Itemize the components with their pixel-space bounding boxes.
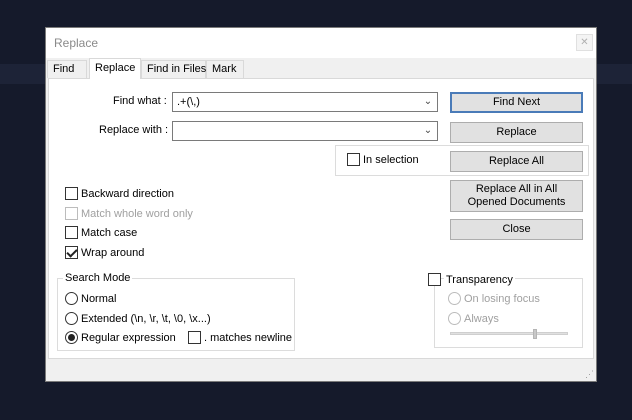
transparency-label: Transparency (444, 274, 515, 286)
chevron-down-icon[interactable]: ⌄ (422, 95, 434, 109)
extended-radio[interactable] (65, 312, 78, 325)
normal-radio[interactable] (65, 292, 78, 305)
extended-label: Extended (\n, \r, \t, \0, \x...) (81, 313, 211, 325)
dialog-title: Replace (54, 36, 99, 50)
tab-find[interactable]: Find (47, 60, 87, 78)
replace-with-label: Replace with : (99, 124, 169, 136)
tab-mark[interactable]: Mark (206, 60, 244, 78)
replace-all-button[interactable]: Replace All (450, 151, 583, 172)
replace-panel: Find what : .+(\,) ⌄ Replace with : ⌄ In… (48, 78, 594, 359)
close-window-button[interactable]: ✕ (576, 34, 593, 51)
backward-direction-checkbox[interactable] (65, 187, 78, 200)
chevron-down-icon[interactable]: ⌄ (422, 124, 434, 138)
regular-expression-label: Regular expression (81, 332, 176, 344)
title-bar: Replace ✕ (46, 28, 596, 58)
matches-newline-checkbox[interactable] (188, 331, 201, 344)
normal-label: Normal (81, 293, 117, 305)
match-case-label: Match case (81, 227, 138, 239)
tab-replace[interactable]: Replace (89, 58, 141, 79)
on-losing-focus-radio[interactable] (448, 292, 461, 305)
tab-find-in-files[interactable]: Find in Files (141, 60, 206, 78)
status-bar: ⋰ (46, 359, 596, 381)
replace-with-combobox[interactable]: ⌄ (172, 121, 438, 141)
find-what-label: Find what : (113, 95, 167, 107)
find-next-button[interactable]: Find Next (450, 92, 583, 113)
transparency-checkbox[interactable] (428, 273, 441, 286)
find-what-value: .+(\,) (177, 96, 200, 108)
wrap-around-label: Wrap around (81, 247, 145, 259)
replace-button[interactable]: Replace (450, 122, 583, 143)
on-losing-focus-label: On losing focus (464, 293, 540, 305)
replace-dialog: Replace ✕ Find Replace Find in Files Mar… (45, 27, 597, 382)
matches-newline-label: . matches newline (204, 332, 293, 344)
in-selection-label: In selection (363, 154, 419, 166)
replace-all-opened-button[interactable]: Replace All in All Opened Documents (450, 180, 583, 212)
match-whole-word-checkbox[interactable] (65, 207, 78, 220)
match-whole-word-label: Match whole word only (81, 208, 193, 220)
always-radio[interactable] (448, 312, 461, 325)
in-selection-checkbox[interactable] (347, 153, 360, 166)
wrap-around-checkbox[interactable] (65, 246, 78, 259)
resize-grip-icon[interactable]: ⋰ (585, 370, 594, 379)
search-mode-title: Search Mode (63, 272, 133, 284)
match-case-checkbox[interactable] (65, 226, 78, 239)
backward-direction-label: Backward direction (81, 188, 174, 200)
regular-expression-radio[interactable] (65, 331, 78, 344)
transparency-slider[interactable] (450, 332, 568, 335)
transparency-slider-thumb[interactable] (533, 329, 537, 339)
close-button[interactable]: Close (450, 219, 583, 240)
find-what-combobox[interactable]: .+(\,) ⌄ (172, 92, 438, 112)
always-label: Always (464, 313, 499, 325)
